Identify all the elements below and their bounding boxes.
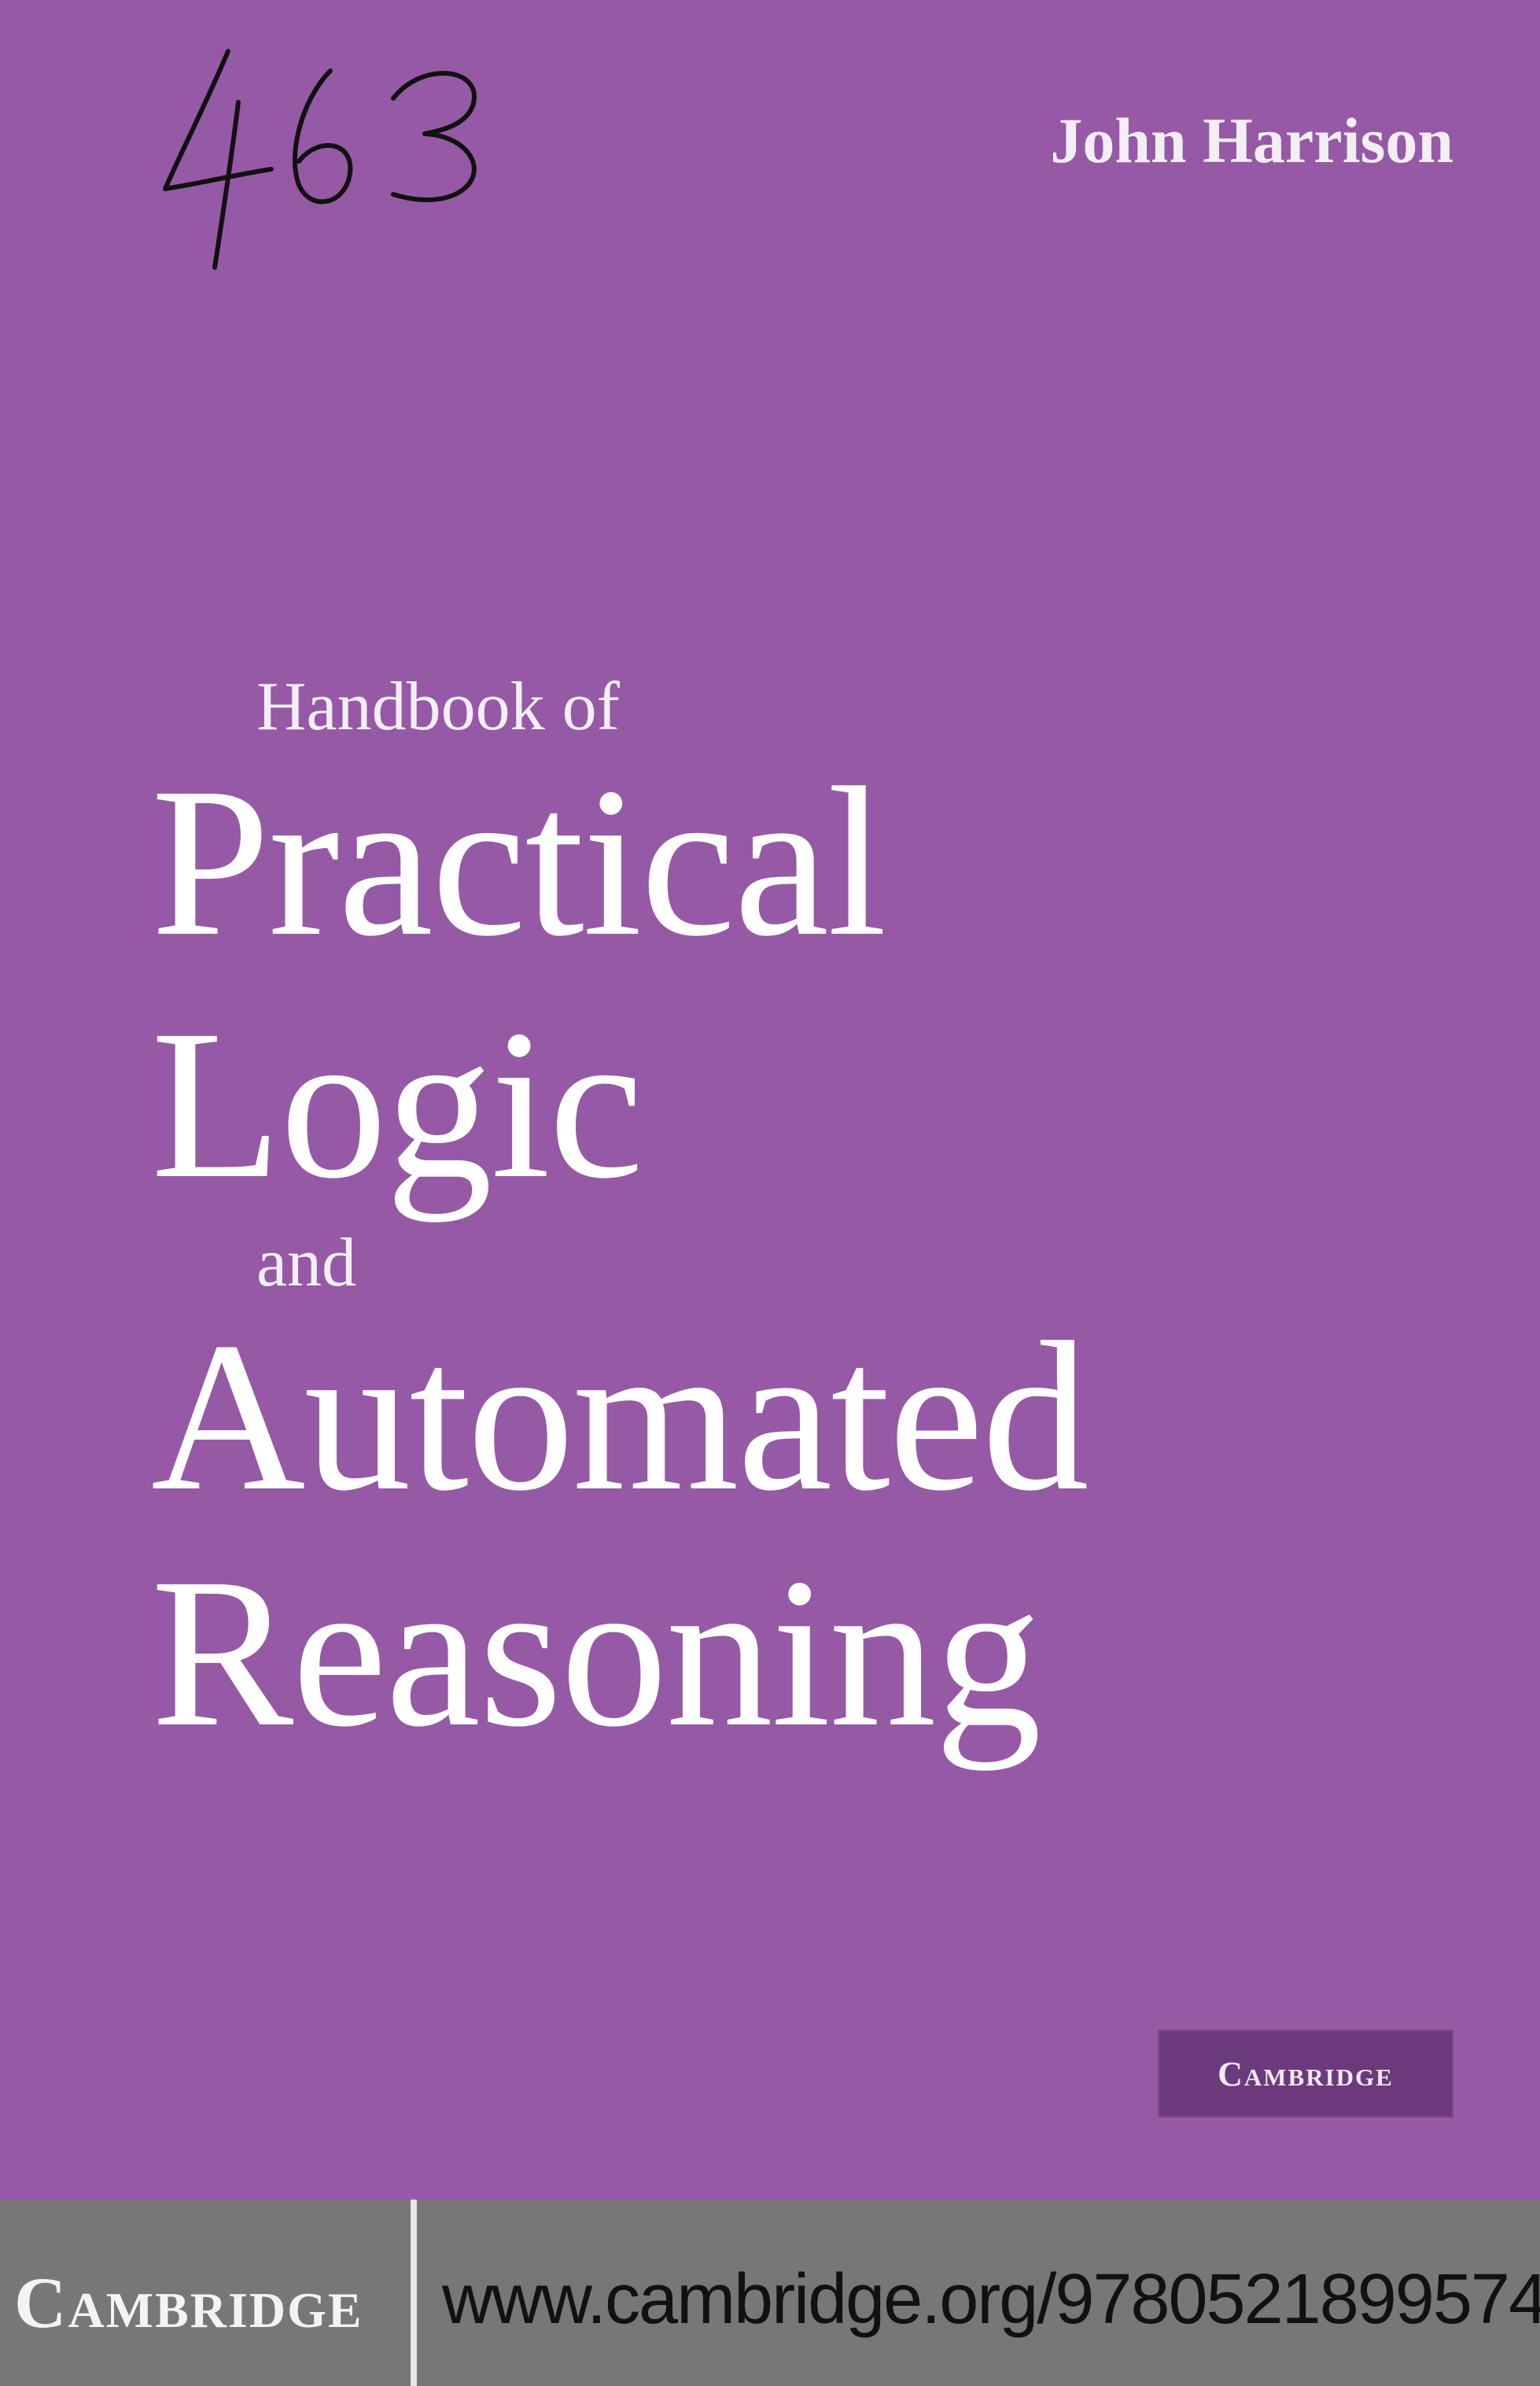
publisher-badge: Cambridge xyxy=(1158,2030,1453,2118)
footer-divider xyxy=(411,2200,417,2386)
footer-url-link[interactable]: www.cambridge.org/9780521899574 xyxy=(442,2259,1540,2340)
title-connector: and xyxy=(256,1225,357,1301)
title-prefix: Handbook of xyxy=(256,669,620,745)
title-line-reasoning: Reasoning xyxy=(151,1534,1041,1771)
title-line-automated: Automated xyxy=(151,1298,1089,1535)
title-line-logic: Logic xyxy=(151,986,643,1223)
handwritten-note xyxy=(163,49,477,270)
footer-publisher-logo: Cambridge xyxy=(14,2262,363,2343)
author-name: John Harrison xyxy=(1050,105,1453,176)
book-cover: John Harrison Handbook of Practical Logi… xyxy=(0,0,1540,2200)
title-line-practical: Practical xyxy=(151,743,886,980)
publisher-badge-label: Cambridge xyxy=(1218,2054,1394,2093)
footer-bar: Cambridge www.cambridge.org/978052189957… xyxy=(0,2200,1540,2386)
